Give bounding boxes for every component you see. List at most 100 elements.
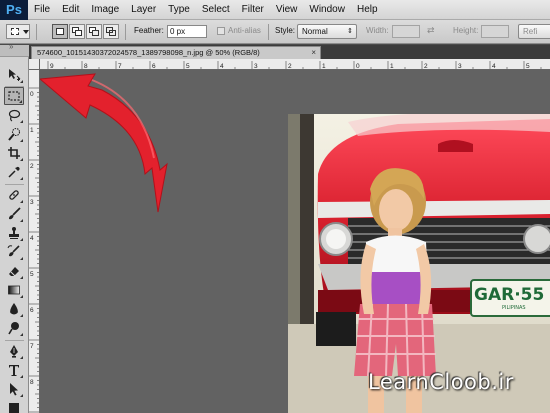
menu-filter[interactable]: Filter	[236, 0, 270, 20]
ruler-origin[interactable]	[29, 59, 40, 70]
document-tab[interactable]: 574600_10151430372024578_1389798098_n.jp…	[31, 46, 321, 59]
history-brush-tool-icon[interactable]	[4, 243, 24, 261]
ruler-label: 2	[424, 63, 428, 70]
close-icon[interactable]: ×	[311, 47, 316, 59]
flyout-triangle	[20, 375, 23, 378]
ruler-label: 1	[322, 63, 326, 70]
horizontal-ruler[interactable]: 9 8 7 6 5 4 3 2 1 0 1 2 3 4 5	[40, 59, 550, 70]
height-input[interactable]	[481, 25, 509, 38]
flyout-triangle	[19, 100, 22, 103]
license-plate-text: GAR·55	[474, 285, 545, 305]
quick-selection-tool-icon[interactable]	[4, 125, 24, 143]
clone-stamp-tool-icon[interactable]	[4, 224, 24, 242]
eraser-tool-icon[interactable]	[4, 262, 24, 280]
new-selection-button[interactable]	[52, 24, 68, 39]
shape-tool-icon[interactable]	[4, 399, 24, 413]
gradient-tool-icon[interactable]	[4, 281, 24, 299]
flyout-triangle	[20, 314, 23, 317]
menu-view[interactable]: View	[270, 0, 304, 20]
ruler-label: 2	[30, 163, 34, 170]
subtract-from-selection-button[interactable]	[86, 24, 102, 39]
photoshop-logo: Ps	[0, 0, 28, 20]
menu-select[interactable]: Select	[196, 0, 236, 20]
menu-help[interactable]: Help	[351, 0, 384, 20]
ruler-label: 5	[526, 63, 530, 70]
antialias-label: Anti-alias	[228, 26, 261, 35]
move-tool-icon[interactable]	[4, 66, 24, 84]
add-to-selection-button[interactable]	[69, 24, 85, 39]
horizontal-ruler-ticks: 9 8 7 6 5 4 3 2 1 0 1 2 3 4 5	[47, 61, 542, 70]
collapse-icon[interactable]: »	[9, 42, 13, 51]
flyout-triangle	[20, 200, 23, 203]
menu-window[interactable]: Window	[303, 0, 351, 20]
blur-tool-icon[interactable]	[4, 300, 24, 318]
ruler-label: 4	[220, 63, 224, 70]
feather-input[interactable]: 0 px	[167, 25, 207, 38]
height-label: Height:	[453, 26, 479, 35]
crop-tool-icon[interactable]	[4, 144, 24, 162]
document-canvas[interactable]: GAR·55 PILIPINAS LearnCloob.ir	[40, 70, 550, 413]
width-label: Width:	[366, 26, 389, 35]
path-selection-tool-icon[interactable]	[4, 380, 24, 398]
ruler-label: 6	[30, 307, 34, 314]
panel-grip[interactable]: »	[0, 42, 29, 57]
healing-brush-tool-icon[interactable]	[4, 186, 24, 204]
style-select-value: Normal	[302, 27, 328, 36]
ruler-label: 1	[30, 127, 34, 134]
add-selection-icon-2	[75, 30, 82, 36]
style-select[interactable]: Normal ⇕	[297, 24, 357, 39]
marquee-preset-icon	[11, 28, 19, 35]
photo-girl-and-red-car	[288, 114, 550, 413]
flyout-triangle	[20, 80, 23, 83]
menu-type[interactable]: Type	[162, 0, 196, 20]
ruler-label: 0	[30, 91, 34, 98]
tools-panel: »	[0, 42, 29, 413]
watermark-text: LearnCloob.ir	[368, 370, 514, 394]
document-tab-bar: 574600_10151430372024578_1389798098_n.jp…	[29, 45, 550, 59]
ruler-label: 9	[50, 63, 54, 70]
ruler-label: 4	[492, 63, 496, 70]
marquee-tool-icon[interactable]	[4, 87, 24, 105]
options-bar: Feather: 0 px Anti-alias Style: Normal ⇕…	[0, 20, 550, 44]
flyout-triangle	[20, 139, 23, 142]
vertical-ruler-ticks: 0123456789	[29, 87, 39, 413]
ruler-label: 5	[186, 63, 190, 70]
intersect-selection-button[interactable]	[103, 24, 119, 39]
annotation-arrow-icon	[40, 73, 168, 213]
ruler-label: 3	[30, 199, 34, 206]
ruler-label: 6	[152, 63, 156, 70]
divider	[5, 340, 24, 341]
flyout-triangle	[20, 394, 23, 397]
updown-arrows-icon: ⇕	[347, 28, 353, 35]
refine-edge-button[interactable]: Refi	[518, 24, 550, 39]
divider	[268, 24, 269, 40]
ruler-label: 3	[458, 63, 462, 70]
swap-dimensions-icon[interactable]: ⇄	[427, 25, 435, 36]
photo-layer[interactable]: GAR·55 PILIPINAS	[288, 114, 550, 413]
brush-tool-icon[interactable]	[4, 205, 24, 223]
menu-edit[interactable]: Edit	[56, 0, 85, 20]
dodge-tool-icon[interactable]	[4, 319, 24, 337]
tool-preset-picker[interactable]	[6, 24, 30, 39]
license-plate-subtext: PILIPINAS	[502, 305, 526, 311]
type-tool-icon[interactable]	[4, 361, 24, 379]
style-label: Style:	[275, 26, 296, 35]
ruler-label: 2	[288, 63, 292, 70]
chevron-down-icon	[23, 30, 29, 34]
pen-tool-icon[interactable]	[4, 342, 24, 360]
lasso-tool-icon[interactable]	[4, 106, 24, 124]
ruler-label: 1	[390, 63, 394, 70]
antialias-checkbox[interactable]	[217, 27, 225, 35]
ruler-label: 8	[30, 379, 34, 386]
divider	[125, 24, 126, 40]
menu-file[interactable]: File	[28, 0, 56, 20]
menu-image[interactable]: Image	[85, 0, 125, 20]
menu-layer[interactable]: Layer	[125, 0, 162, 20]
width-input[interactable]	[392, 25, 420, 38]
vertical-ruler[interactable]: 0123456789	[29, 70, 40, 413]
subtract-selection-icon-2	[92, 30, 99, 36]
ruler-label: 7	[118, 63, 122, 70]
flyout-triangle	[20, 177, 23, 180]
eyedropper-tool-icon[interactable]	[4, 163, 24, 181]
ruler-label: 4	[30, 235, 34, 242]
